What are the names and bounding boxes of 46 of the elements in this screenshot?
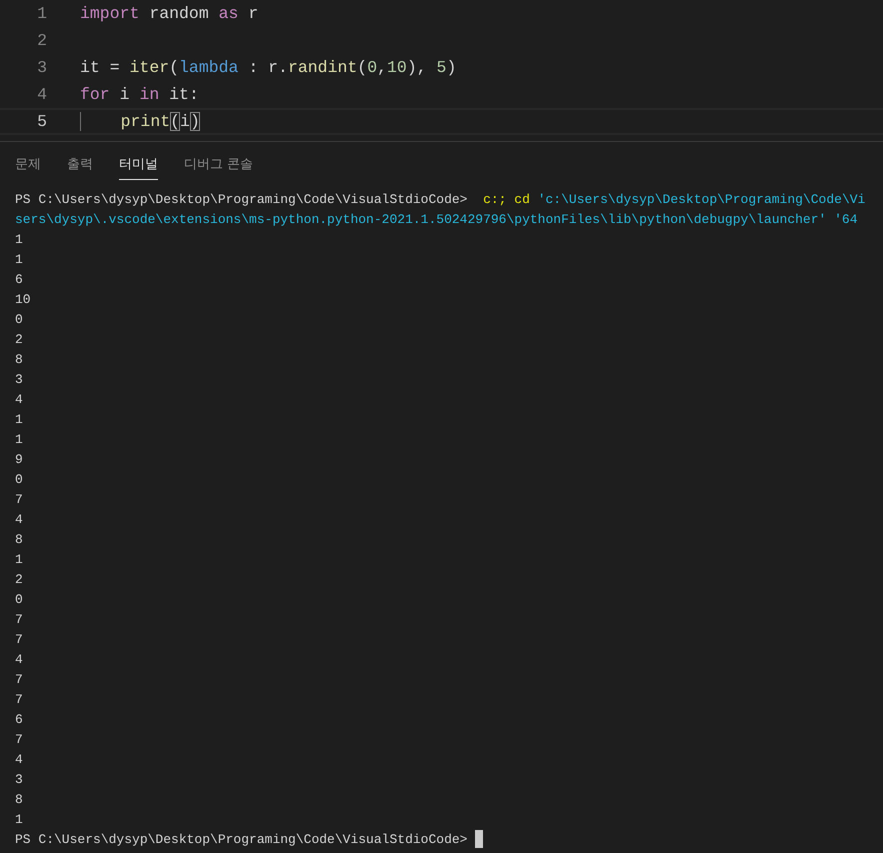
terminal-line: 3 [15, 372, 23, 386]
terminal-line: 4 [15, 752, 23, 766]
terminal-line: PS C:\Users\dysyp\Desktop\Programing\Code\VisualStdioCode> c:; cd 'c:\Users\dysyp\Desktop\Programing\Code\Vi [15, 192, 866, 206]
line-number: 5 [36, 112, 47, 131]
terminal-line: 0 [15, 472, 23, 486]
terminal-line: 1 [15, 552, 23, 566]
terminal-line: 4 [15, 392, 23, 406]
terminal-line: 6 [15, 272, 23, 286]
terminal-line: 2 [15, 332, 23, 346]
terminal-line: 7 [15, 672, 23, 686]
terminal-line: 9 [15, 452, 23, 466]
terminal-line: 0 [15, 592, 23, 606]
terminal-line: sers\dysyp\.vscode\extensions\ms-python.python-2021.1.502429796\pythonFiles\lib\python\debugpy\launcher' '64 [15, 212, 858, 226]
code-line: it = iter(lambda : r.randint(0,10), 5) [80, 58, 456, 77]
terminal-line: 8 [15, 352, 23, 366]
panel-tab[interactable]: 터미널 [119, 152, 158, 180]
terminal-line: 8 [15, 532, 23, 546]
terminal-line: 1 [15, 232, 23, 246]
terminal-line: 4 [15, 512, 23, 526]
terminal-line: 0 [15, 312, 23, 326]
code-line: print(i) [80, 112, 200, 131]
terminal-line: 1 [15, 412, 23, 426]
panel-tab[interactable]: 디버그 콘솔 [184, 152, 254, 180]
terminal-line: 7 [15, 732, 23, 746]
line-number: 1 [36, 4, 47, 23]
terminal-line: 3 [15, 772, 23, 786]
panel-tab[interactable]: 출력 [67, 152, 93, 180]
terminal-line: 7 [15, 692, 23, 706]
code-line: for i in it: [80, 85, 199, 104]
terminal-line: 1 [15, 252, 23, 266]
terminal-line: 6 [15, 712, 23, 726]
terminal-line: 7 [15, 492, 23, 506]
line-number: 2 [36, 31, 47, 50]
panel-tab[interactable]: 문제 [15, 152, 41, 180]
terminal-line: 4 [15, 652, 23, 666]
line-number: 4 [36, 85, 47, 104]
terminal-line: 7 [15, 632, 23, 646]
terminal-line: 7 [15, 612, 23, 626]
code-line: import random as r [80, 4, 258, 23]
line-number: 3 [36, 58, 47, 77]
terminal-line: PS C:\Users\dysyp\Desktop\Programing\Code\VisualStdioCode> [15, 832, 468, 846]
terminal-line: 2 [15, 572, 23, 586]
terminal-line: 8 [15, 792, 23, 806]
terminal-line: 1 [15, 432, 23, 446]
terminal-line: 10 [15, 292, 31, 306]
terminal-line: 1 [15, 812, 23, 826]
